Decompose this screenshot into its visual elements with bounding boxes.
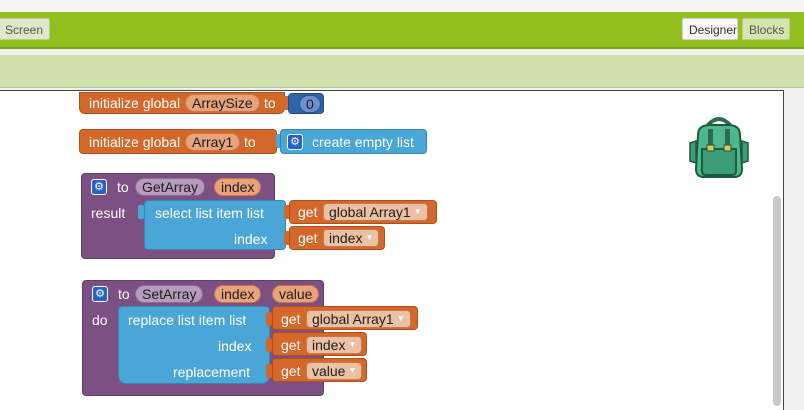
replace-list-item-label: replace list item list bbox=[128, 312, 247, 328]
gear-icon[interactable]: ⚙ bbox=[91, 179, 107, 195]
number-block[interactable]: 0 bbox=[288, 93, 324, 114]
dropdown-arrow-icon: ▼ bbox=[396, 314, 405, 323]
select-list-item-label: select list item list bbox=[155, 205, 264, 221]
sub-toolbar bbox=[0, 55, 804, 88]
result-label: result bbox=[91, 205, 126, 221]
get-value-block[interactable]: get value ▼ bbox=[272, 358, 367, 382]
dropdown-arrow-icon: ▼ bbox=[413, 207, 422, 216]
blocks-button[interactable]: Blocks bbox=[742, 18, 790, 40]
get-index-block[interactable]: get index ▼ bbox=[289, 226, 385, 250]
procedure-name-field[interactable]: GetArray bbox=[135, 178, 206, 196]
gear-icon[interactable]: ⚙ bbox=[287, 134, 303, 150]
init-prefix-label: initialize global bbox=[89, 134, 181, 150]
get-label: get bbox=[281, 363, 301, 379]
get-label: get bbox=[281, 311, 301, 327]
create-empty-list-label: create empty list bbox=[312, 134, 414, 150]
get-label: get bbox=[281, 337, 301, 353]
to-label: to bbox=[264, 95, 276, 111]
variable-name-field[interactable]: ArraySize bbox=[185, 94, 260, 112]
parameter-index[interactable]: index bbox=[214, 285, 262, 303]
do-label: do bbox=[92, 312, 108, 328]
variable-dropdown[interactable]: index ▼ bbox=[323, 229, 380, 247]
screen-button[interactable]: Screen bbox=[0, 18, 51, 40]
gear-icon[interactable]: ⚙ bbox=[92, 286, 108, 302]
init-prefix-label: initialize global bbox=[89, 95, 181, 111]
backpack-icon[interactable] bbox=[688, 113, 750, 181]
variable-dropdown[interactable]: global Array1 ▼ bbox=[306, 310, 411, 328]
variable-dropdown[interactable]: index ▼ bbox=[306, 336, 363, 354]
init-array1-block[interactable]: initialize global Array1 to bbox=[79, 129, 277, 154]
dropdown-arrow-icon: ▼ bbox=[365, 233, 374, 242]
get-global-array1-block[interactable]: get global Array1 ▼ bbox=[289, 200, 437, 224]
init-arraysize-block[interactable]: initialize global ArraySize to bbox=[79, 92, 285, 114]
index-socket-label: index bbox=[218, 338, 252, 354]
create-empty-list-block[interactable]: ⚙ create empty list bbox=[280, 129, 427, 154]
dropdown-arrow-icon: ▼ bbox=[348, 340, 357, 349]
index-socket-label: index bbox=[234, 231, 268, 247]
replacement-socket-label: replacement bbox=[173, 364, 251, 380]
get-index-block[interactable]: get index ▼ bbox=[272, 332, 367, 356]
procedure-name-field[interactable]: SetArray bbox=[135, 285, 204, 303]
parameter-index[interactable]: index bbox=[214, 178, 262, 196]
get-label: get bbox=[298, 230, 318, 246]
to-label: to bbox=[244, 134, 256, 150]
replace-list-item-block[interactable]: replace list item list index replacement bbox=[118, 306, 270, 384]
parameter-value[interactable]: value bbox=[272, 285, 320, 303]
select-list-item-block[interactable]: select list item list index bbox=[144, 200, 286, 250]
designer-button[interactable]: Designer bbox=[682, 18, 738, 40]
number-value-field[interactable]: 0 bbox=[299, 95, 321, 113]
dropdown-arrow-icon: ▼ bbox=[348, 366, 357, 375]
get-global-array1-block[interactable]: get global Array1 ▼ bbox=[272, 306, 418, 330]
variable-dropdown[interactable]: value ▼ bbox=[306, 362, 363, 380]
to-label: to bbox=[118, 286, 130, 302]
variable-dropdown[interactable]: global Array1 ▼ bbox=[323, 203, 428, 221]
get-label: get bbox=[298, 204, 318, 220]
variable-name-field[interactable]: Array1 bbox=[185, 133, 241, 151]
toolbar: Screen Designer Blocks bbox=[0, 12, 804, 49]
to-label: to bbox=[117, 179, 129, 195]
scrollbar-thumb[interactable] bbox=[773, 196, 781, 406]
